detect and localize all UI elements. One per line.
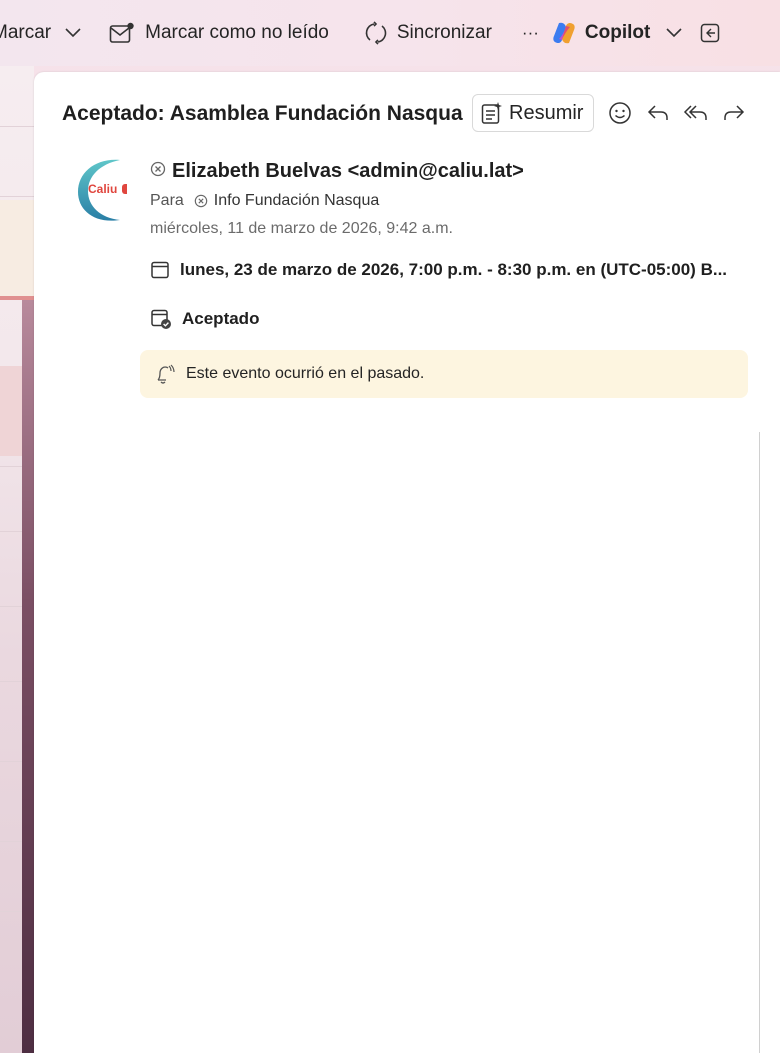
event-time-row: lunes, 23 de marzo de 2026, 7:00 p.m. - … [150, 260, 727, 280]
sent-date: miércoles, 11 de marzo de 2026, 9:42 a.m… [150, 220, 453, 237]
avatar-text: Caliu [88, 182, 118, 196]
sender-avatar: Caliu [70, 154, 132, 226]
top-toolbar: Marcar Marcar como no leído Sincronizar … [0, 0, 780, 66]
window-edge [22, 300, 34, 1053]
recipient-name[interactable]: Info Fundación Nasqua [214, 192, 379, 210]
marcar-button[interactable]: Marcar [0, 22, 81, 44]
emoji-reaction-icon[interactable] [602, 95, 638, 131]
message-actions: Resumir [472, 94, 752, 132]
calendar-accepted-icon [150, 308, 172, 330]
recipient-status-icon [194, 194, 208, 208]
marcar-label: Marcar [0, 22, 52, 43]
event-time: lunes, 23 de marzo de 2026, 7:00 p.m. - … [180, 260, 728, 279]
past-event-notice: Este evento ocurrió en el pasado. [140, 350, 748, 398]
sender-name: Elizabeth Buelvas <admin@caliu.lat> [172, 160, 524, 182]
bell-ringing-icon [154, 364, 176, 384]
sync-button[interactable]: Sincronizar [365, 21, 492, 45]
list-row-band [0, 200, 34, 296]
mark-unread-button[interactable]: Marcar como no leído [109, 22, 329, 44]
notice-text: Este evento ocurrió en el pasado. [186, 365, 425, 382]
sync-icon [365, 21, 387, 45]
event-status-row: Aceptado [150, 308, 259, 330]
copilot-button[interactable]: Copilot [551, 20, 682, 46]
forward-icon[interactable] [716, 95, 752, 131]
summarize-button[interactable]: Resumir [472, 94, 595, 132]
reply-icon[interactable] [640, 95, 676, 131]
more-options-button[interactable]: ··· [522, 23, 539, 43]
summarize-label: Resumir [509, 101, 584, 124]
calendar-icon [150, 260, 170, 280]
mail-unread-icon [109, 22, 135, 44]
to-prefix: Para [150, 192, 184, 209]
copilot-icon [551, 20, 577, 46]
panel-toggle-button[interactable] [700, 23, 720, 43]
reply-all-icon[interactable] [678, 95, 714, 131]
sender-status-icon [150, 160, 166, 183]
panel-toggle-icon [700, 23, 720, 43]
reading-pane: Aceptado: Asamblea Fundación Nasqua Resu… [34, 72, 780, 1053]
list-divider [0, 126, 34, 127]
mark-unread-label: Marcar como no leído [145, 22, 329, 43]
copilot-label: Copilot [584, 22, 651, 43]
sync-label: Sincronizar [396, 22, 492, 43]
chevron-down-icon[interactable] [666, 28, 682, 38]
logo-mark-icon [122, 184, 127, 194]
more-label: ··· [521, 23, 539, 42]
email-subject: Aceptado: Asamblea Fundación Nasqua [62, 102, 463, 125]
recipients-line: Para Info Fundación Nasqua [150, 192, 379, 210]
event-status-label: Aceptado [182, 309, 260, 328]
list-divider [0, 196, 34, 197]
scrollbar-track[interactable] [759, 432, 760, 1053]
summarize-icon [481, 101, 503, 125]
sender-line[interactable]: Elizabeth Buelvas <admin@caliu.lat> [150, 160, 524, 183]
chevron-down-icon[interactable] [65, 28, 81, 38]
